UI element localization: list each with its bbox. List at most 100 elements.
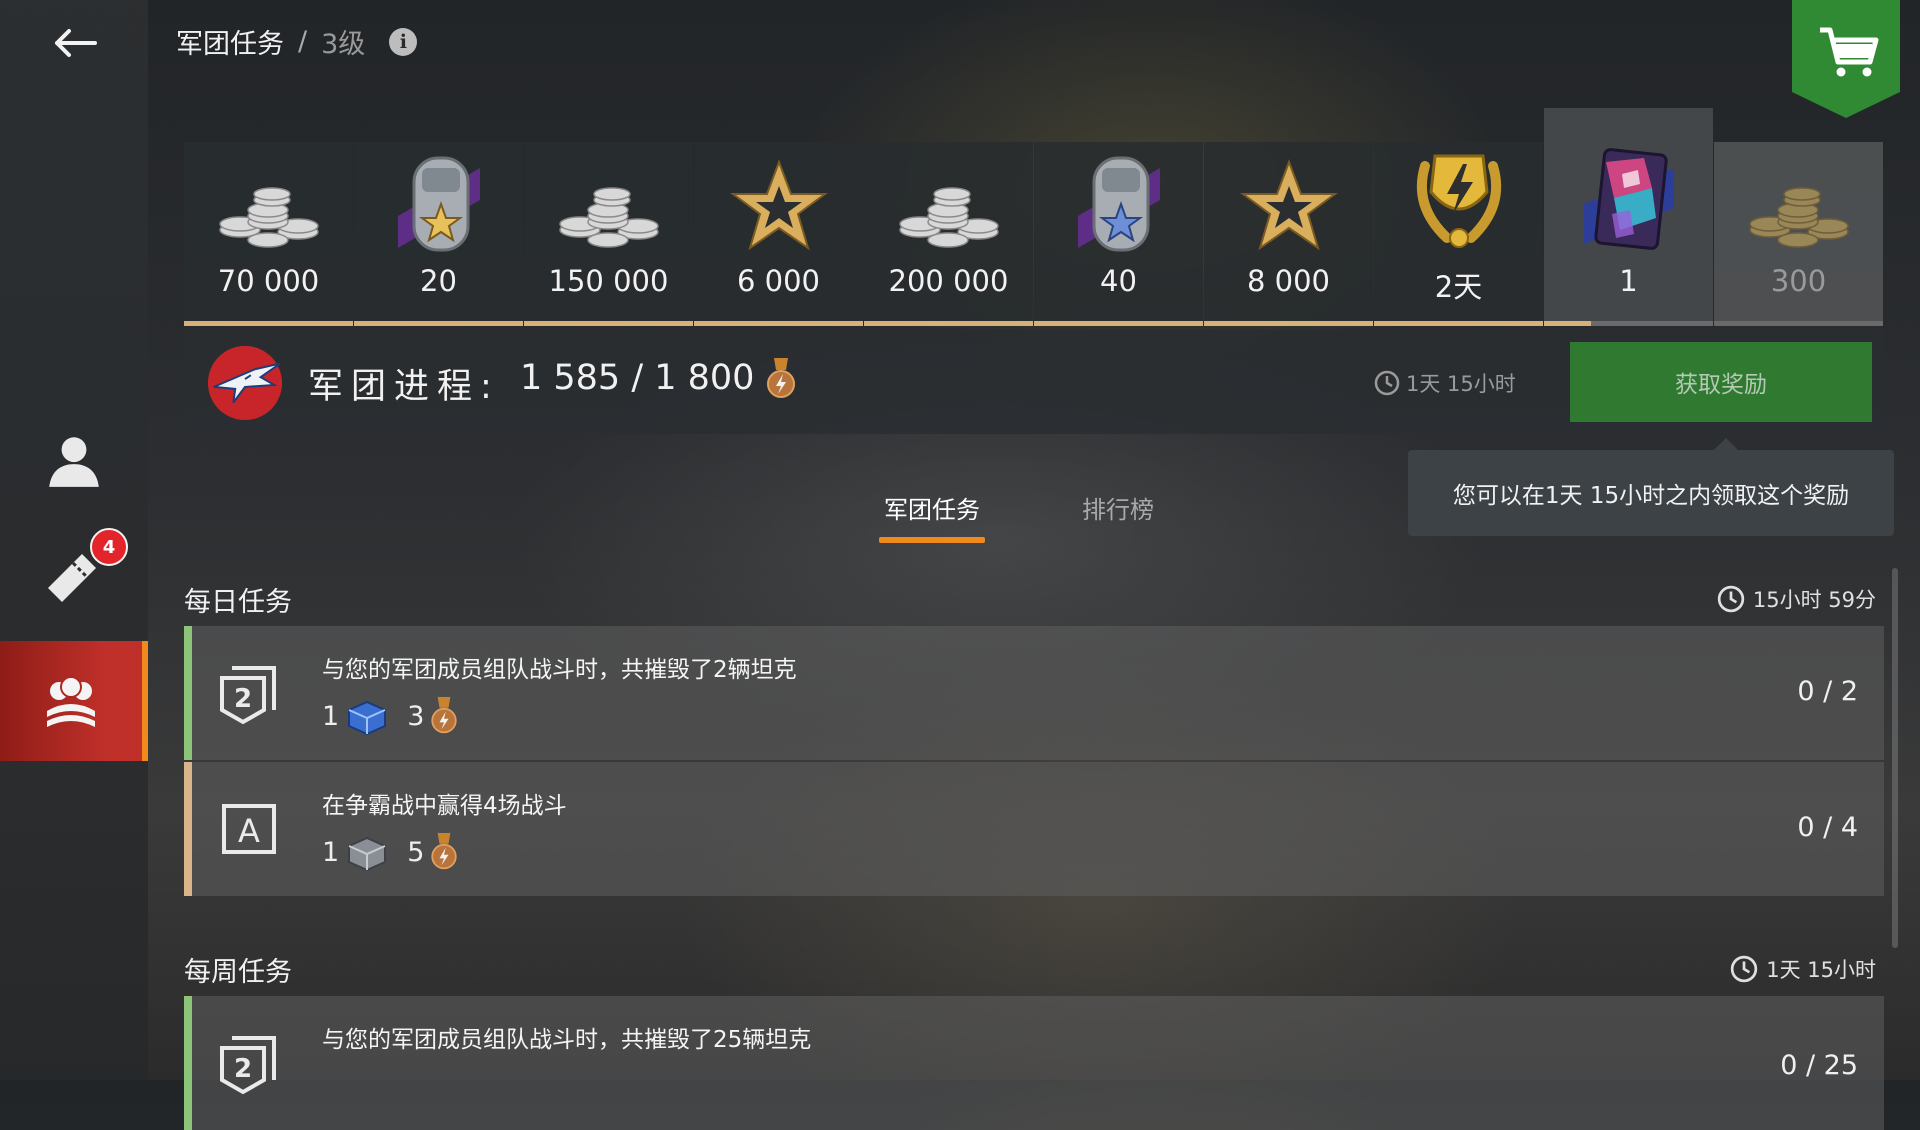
shop-cart-button[interactable]: [1786, 0, 1906, 118]
progress-segment: [864, 321, 1033, 326]
clan-level: 3级: [321, 29, 366, 60]
clock-icon: [1374, 370, 1400, 396]
reward-tier-5[interactable]: 200 000: [864, 142, 1033, 326]
mission-progress: 0 / 2: [1797, 676, 1858, 707]
sidebar: 4: [0, 0, 148, 1080]
mission-rewards: 1 3: [322, 696, 458, 736]
claim-tooltip: 您可以在1天 15小时之内领取这个奖励: [1408, 438, 1894, 536]
nav-missions[interactable]: 4: [0, 516, 148, 636]
back-button[interactable]: [40, 18, 110, 68]
progress-remaining: [1591, 321, 1713, 326]
mission-progress: 0 / 25: [1780, 1050, 1858, 1081]
breadcrumb-separator: /: [298, 26, 308, 57]
mission-card[interactable]: A 在争霸战中赢得4场战斗 1 5 0 / 4: [184, 762, 1884, 896]
reward-amount: 20: [420, 264, 457, 298]
clan-emblem-icon: [207, 345, 283, 421]
profile-icon: [49, 437, 99, 487]
svg-text:A: A: [238, 812, 260, 850]
daily-timer-text: 15小时 59分: [1752, 588, 1876, 612]
mission-card[interactable]: 2 与您的军团成员组队战斗时，共摧毁了25辆坦克 0 / 25: [184, 996, 1884, 1130]
mission-progress: 0 / 4: [1797, 812, 1858, 843]
nav-clan[interactable]: [0, 641, 148, 761]
reward-tier-8[interactable]: 2天: [1374, 142, 1543, 326]
reward-tier-9[interactable]: 1: [1544, 108, 1713, 326]
tab-bar: 军团任务 排行榜: [879, 488, 1158, 543]
claim-timer: 1天 15小时: [1374, 368, 1516, 398]
info-icon[interactable]: i: [389, 27, 418, 56]
progress-segment: [1544, 321, 1592, 326]
reward-tier-10[interactable]: 300: [1714, 142, 1883, 326]
free-xp-star-icon: [729, 159, 828, 251]
medal-quantity: 3: [407, 700, 425, 732]
crate-icon: [1583, 148, 1674, 250]
progress-segment: [1034, 321, 1203, 326]
weekly-timer: 1天 15小时: [1730, 954, 1876, 984]
reward-amount: 150 000: [548, 264, 669, 298]
progress-segment: [1714, 321, 1883, 326]
medal-quantity: 5: [407, 836, 425, 868]
gold-coins-icon: [1748, 187, 1849, 248]
reward-amount: 200 000: [888, 264, 1009, 298]
progress-segment: [184, 321, 353, 326]
reward-tier-4[interactable]: 6 000: [694, 142, 863, 326]
silver-coins-icon: [218, 187, 319, 248]
dog-tag-gold-star-icon: [397, 156, 480, 252]
clan-progress-label: 军团进程:: [308, 367, 500, 407]
mission-card[interactable]: 2 与您的军团成员组队战斗时，共摧毁了2辆坦克 1 3 0 / 2: [184, 626, 1884, 760]
reward-amount: 70 000: [217, 264, 320, 298]
tab-clan-missions[interactable]: 军团任务: [879, 488, 985, 543]
reward-amount: 40: [1100, 264, 1137, 298]
weekly-timer-text: 1天 15小时: [1766, 958, 1876, 982]
reward-amount: 1: [1619, 264, 1638, 298]
arena-mission-icon: A: [222, 804, 276, 854]
dog-tag-blue-star-icon: [1077, 156, 1160, 252]
reward-tier-1[interactable]: 70 000: [184, 142, 353, 326]
clan-medal-icon: [431, 833, 458, 870]
silver-coins-icon: [558, 187, 659, 248]
nav-profile[interactable]: [0, 400, 148, 520]
steel-crate-icon: [348, 836, 387, 872]
reward-tier-3[interactable]: 150 000: [524, 142, 693, 326]
crate-quantity: 1: [322, 700, 340, 732]
mission-title: 与您的军团成员组队战斗时，共摧毁了25辆坦克: [322, 1027, 812, 1053]
crate-quantity: 1: [322, 836, 340, 868]
notification-badge: 4: [90, 528, 128, 566]
clan-progress-value: 1 585 / 1 800: [520, 358, 755, 398]
progress-segment: [1204, 321, 1373, 326]
clan-progress-value-wrap: 1 585 / 1 800: [520, 358, 796, 400]
mission-title: 在争霸战中赢得4场战斗: [322, 793, 567, 819]
daily-section-title: 每日任务: [184, 587, 292, 618]
platoon-mission-icon: 2: [220, 666, 276, 725]
progress-segment: [354, 321, 523, 326]
premium-account-icon: [1416, 154, 1501, 248]
reward-amount: 8 000: [1246, 264, 1331, 298]
clan-medal-icon: [431, 697, 458, 734]
page-title: 军团任务: [176, 29, 284, 60]
tab-leaderboard[interactable]: 排行榜: [1078, 488, 1158, 543]
reward-track: 70 000 20 150 000 6 000 200 000 40 8 000…: [184, 108, 1884, 326]
daily-timer: 15小时 59分: [1717, 584, 1876, 614]
back-arrow-icon: [55, 29, 97, 57]
mission-rewards: 1 5: [322, 832, 458, 872]
free-xp-star-icon: [1239, 159, 1338, 251]
reward-amount: 6 000: [736, 264, 821, 298]
scrollbar[interactable]: [1892, 568, 1898, 948]
reward-tier-2[interactable]: 20: [354, 142, 523, 326]
reward-amount: 300: [1770, 264, 1827, 298]
weekly-section-title: 每周任务: [184, 957, 292, 988]
clan-medal-icon: [766, 358, 795, 398]
reward-tier-6[interactable]: 40: [1034, 142, 1203, 326]
silver-coins-icon: [898, 187, 999, 248]
progress-segment: [1374, 321, 1543, 326]
reward-amount: 2天: [1434, 270, 1483, 304]
mission-title: 与您的军团成员组队战斗时，共摧毁了2辆坦克: [322, 657, 797, 683]
progress-segment: [694, 321, 863, 326]
clock-icon: [1717, 585, 1745, 613]
breadcrumb: 军团任务 / 3级 i: [176, 22, 418, 61]
claim-timer-text: 1天 15小时: [1406, 372, 1516, 396]
progress-segment: [524, 321, 693, 326]
reward-tier-7[interactable]: 8 000: [1204, 142, 1373, 326]
claim-reward-button[interactable]: 获取奖励: [1570, 342, 1872, 422]
svg-text:2: 2: [234, 684, 252, 714]
clan-progress-panel: 军团进程: 1 585 / 1 800 1天 15小时 获取奖励: [184, 330, 1884, 434]
